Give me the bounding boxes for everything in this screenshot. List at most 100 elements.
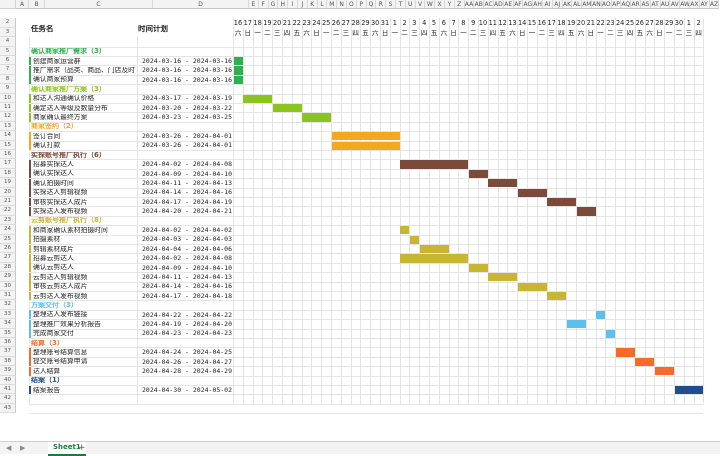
task-name[interactable]: 招募实探达人 <box>33 161 136 168</box>
column-header[interactable]: B <box>29 0 45 9</box>
column-header[interactable]: AM <box>582 0 592 9</box>
column-header[interactable]: M <box>327 0 338 9</box>
task-date-range[interactable]: 2024-04-11 - 2024-04-13 <box>142 274 232 281</box>
row-header[interactable]: 6 <box>0 56 16 66</box>
row-header[interactable]: 28 <box>0 262 16 273</box>
task-name[interactable]: 确定达人等级及数量分布 <box>33 105 136 112</box>
task-name[interactable]: 提交账号结算申请 <box>33 358 136 365</box>
task-date-range[interactable]: 2024-04-19 - 2024-04-20 <box>142 321 232 328</box>
column-header[interactable]: U <box>405 0 416 9</box>
column-header[interactable]: O <box>347 0 357 9</box>
column-header[interactable]: A <box>16 0 29 9</box>
task-date-range[interactable]: 2024-03-16 - 2024-03-16 <box>142 58 232 65</box>
column-header[interactable]: D <box>153 0 249 9</box>
column-header[interactable]: AJ <box>552 0 563 9</box>
task-name[interactable]: 和商家确认素材拍摄时间 <box>33 227 136 234</box>
column-header[interactable]: AZ <box>709 0 720 9</box>
task-date-range[interactable]: 2024-04-30 - 2024-05-02 <box>142 387 232 394</box>
column-header[interactable]: Z <box>454 0 465 9</box>
row-header[interactable]: 26 <box>0 244 16 254</box>
row-header[interactable]: 33 <box>0 309 16 320</box>
row-header[interactable]: 37 <box>0 347 16 357</box>
task-date-range[interactable]: 2024-04-23 - 2024-04-23 <box>142 330 232 337</box>
row-header[interactable]: 34 <box>0 319 16 329</box>
column-header[interactable]: AV <box>670 0 681 9</box>
task-date-range[interactable]: 2024-04-11 - 2024-04-13 <box>142 180 232 187</box>
column-header[interactable]: T <box>396 0 406 9</box>
row-header[interactable]: 43 <box>0 403 16 414</box>
task-name[interactable]: 确认打款 <box>33 142 136 149</box>
task-name[interactable]: 整理账号结算信息 <box>33 349 136 356</box>
task-date-range[interactable]: 2024-04-09 - 2024-04-10 <box>142 265 232 272</box>
column-header[interactable]: AD <box>494 0 504 9</box>
column-header[interactable]: AT <box>650 0 661 9</box>
column-header[interactable]: J <box>298 0 308 9</box>
task-date-range[interactable]: 2024-04-04 - 2024-04-06 <box>142 246 232 253</box>
column-header[interactable]: AA <box>464 0 475 9</box>
column-header[interactable]: R <box>376 0 387 9</box>
tab-next-icon[interactable]: ▶ <box>20 444 25 452</box>
tab-prev-icon[interactable]: ◀ <box>6 444 11 452</box>
row-header[interactable]: 15 <box>0 140 16 150</box>
task-date-range[interactable]: 2024-03-26 - 2024-04-01 <box>142 133 232 140</box>
task-date-range[interactable]: 2024-04-24 - 2024-04-25 <box>142 349 232 356</box>
row-header[interactable]: 12 <box>0 112 16 122</box>
row-header[interactable]: 17 <box>0 159 16 169</box>
task-name[interactable]: 拍摄素材 <box>33 236 136 243</box>
task-date-range[interactable]: 2024-04-17 - 2024-04-18 <box>142 293 232 300</box>
task-name[interactable]: 实探达人发布视频 <box>33 208 136 215</box>
row-header[interactable]: 21 <box>0 197 16 207</box>
task-name[interactable]: 和达人沟通确认价格 <box>33 95 136 102</box>
column-header[interactable]: AE <box>503 0 514 9</box>
task-date-range[interactable]: 2024-04-02 - 2024-04-08 <box>142 161 232 168</box>
column-header[interactable]: Q <box>366 0 377 9</box>
row-header[interactable]: 29 <box>0 272 16 282</box>
task-date-range[interactable]: 2024-04-28 - 2024-04-29 <box>142 368 232 375</box>
column-header[interactable]: G <box>268 0 279 9</box>
column-header[interactable]: P <box>356 0 367 9</box>
task-date-range[interactable]: 2024-04-14 - 2024-04-16 <box>142 283 232 290</box>
column-header[interactable]: K <box>307 0 318 9</box>
column-header[interactable]: L <box>317 0 328 9</box>
column-header[interactable]: AL <box>572 0 583 9</box>
task-date-range[interactable]: 2024-03-26 - 2024-04-01 <box>142 142 232 149</box>
task-name[interactable]: 推广需求（品类、商品、门店及时 <box>33 67 136 74</box>
column-header[interactable]: AN <box>592 0 602 9</box>
task-date-range[interactable]: 2024-04-03 - 2024-04-03 <box>142 236 232 243</box>
row-header[interactable]: 38 <box>0 356 16 367</box>
task-name[interactable]: 整理达人发布链接 <box>33 311 136 318</box>
column-header[interactable]: AF <box>513 0 524 9</box>
row-header[interactable]: 4 <box>0 37 16 47</box>
row-header[interactable]: 41 <box>0 385 16 395</box>
task-date-range[interactable]: 2024-04-22 - 2024-04-22 <box>142 312 232 319</box>
row-header[interactable]: 36 <box>0 338 16 348</box>
row-header[interactable]: 14 <box>0 131 16 141</box>
task-date-range[interactable]: 2024-04-20 - 2024-04-21 <box>142 208 232 215</box>
spreadsheet-grid[interactable]: A B C D E F G H I J K L M N O P Q R S T U V W X Y Z AA AB AC AD AE AF AG… <box>0 0 720 441</box>
task-date-range[interactable]: 2024-03-17 - 2024-03-19 <box>142 95 232 102</box>
select-all-corner[interactable] <box>0 0 16 9</box>
task-name[interactable]: 完成商家交付 <box>33 330 136 337</box>
task-name[interactable]: 创建商家运营群 <box>33 58 136 65</box>
task-date-range[interactable]: 2024-03-23 - 2024-03-25 <box>142 114 232 121</box>
task-date-range[interactable]: 2024-04-14 - 2024-04-16 <box>142 189 232 196</box>
task-name[interactable]: 确认实探达人 <box>33 170 136 177</box>
column-header[interactable]: S <box>386 0 396 9</box>
row-header[interactable]: 9 <box>0 84 16 94</box>
task-date-range[interactable]: 2024-04-02 - 2024-04-08 <box>142 255 232 262</box>
task-name[interactable]: 确认云剪达人 <box>33 264 136 271</box>
task-name[interactable]: 达人结算 <box>33 368 136 375</box>
task-date-range[interactable]: 2024-03-16 - 2024-03-16 <box>142 67 232 74</box>
row-header[interactable]: 25 <box>0 234 16 244</box>
task-date-range[interactable]: 2024-04-09 - 2024-04-10 <box>142 171 232 178</box>
column-header[interactable]: AW <box>680 0 690 9</box>
row-header[interactable]: 42 <box>0 394 16 404</box>
row-header[interactable]: 30 <box>0 281 16 291</box>
task-date-range[interactable]: 2024-04-17 - 2024-04-19 <box>142 199 232 206</box>
column-header[interactable]: AY <box>699 0 710 9</box>
row-header[interactable]: 31 <box>0 291 16 301</box>
row-header[interactable]: 10 <box>0 93 16 103</box>
column-header[interactable]: AQ <box>621 0 632 9</box>
task-name[interactable]: 云剪达人发布视频 <box>33 293 136 300</box>
column-header[interactable]: AP <box>611 0 622 9</box>
